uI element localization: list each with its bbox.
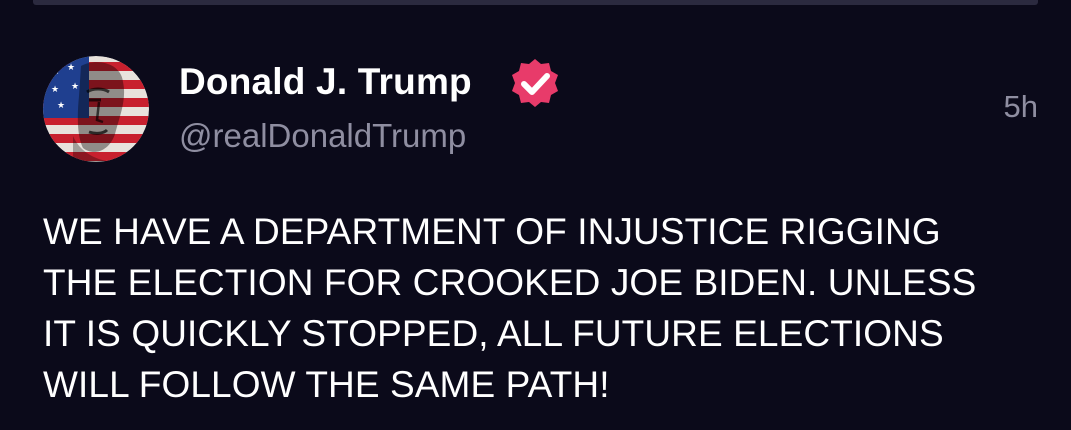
svg-text:★: ★: [67, 63, 75, 73]
post-body-line: IT IS QUICKLY STOPPED, ALL FUTURE ELECTI…: [43, 313, 944, 354]
svg-text:★: ★: [71, 82, 79, 92]
post-timestamp[interactable]: 5h: [990, 87, 1038, 127]
svg-text:★: ★: [52, 67, 60, 77]
author-display-name[interactable]: Donald J. Trump: [179, 58, 472, 106]
top-divider: [33, 0, 1038, 5]
post-body-line: WE HAVE A DEPARTMENT OF INJUSTICE RIGGIN…: [43, 211, 941, 252]
post-body-line: THE ELECTION FOR CROOKED JOE BIDEN. UNLE…: [43, 262, 977, 303]
author-handle[interactable]: @realDonaldTrump: [179, 115, 466, 157]
post-body-line: WILL FOLLOW THE SAME PATH!: [43, 364, 610, 405]
flag-portrait-avatar-icon: ★ ★ ★ ★ ★: [43, 56, 149, 162]
svg-text:★: ★: [57, 101, 65, 111]
post-body: WE HAVE A DEPARTMENT OF INJUSTICE RIGGIN…: [43, 206, 1048, 410]
svg-text:★: ★: [51, 85, 59, 95]
verified-badge-icon: [512, 59, 558, 107]
avatar[interactable]: ★ ★ ★ ★ ★: [43, 56, 149, 162]
